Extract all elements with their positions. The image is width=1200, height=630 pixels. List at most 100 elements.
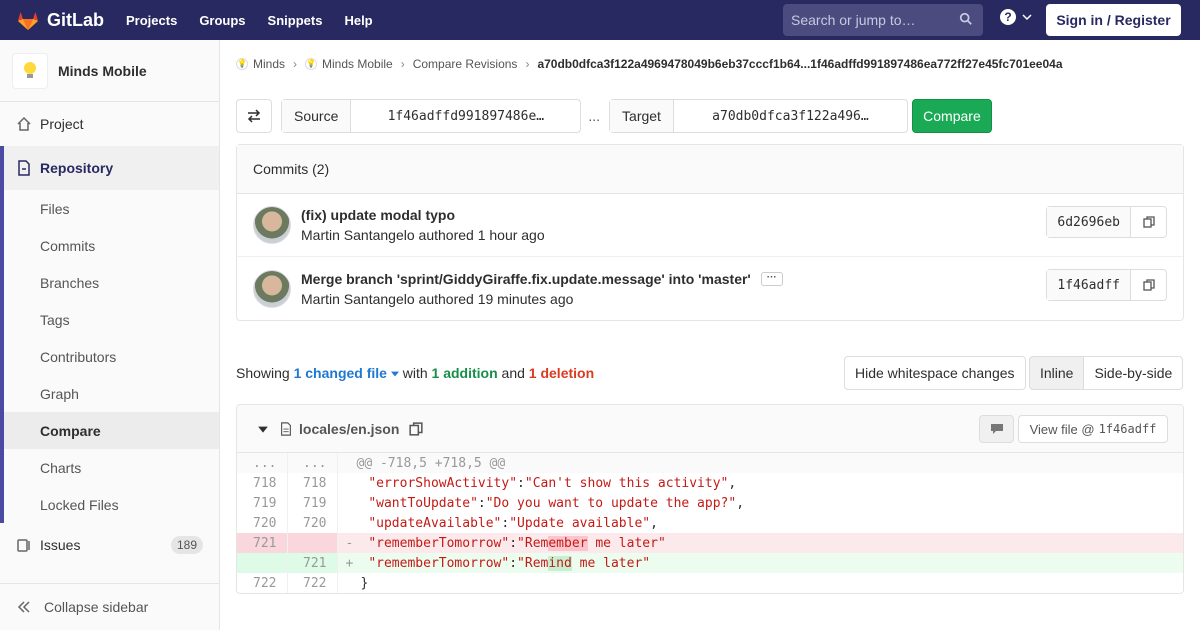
group-avatar-icon: 💡 [236, 57, 248, 70]
inline-view-button[interactable]: Inline [1029, 356, 1085, 390]
json-value-prefix: "Rem [517, 555, 549, 571]
search-input[interactable]: Search or jump to… [783, 4, 983, 36]
view-file-button[interactable]: View file @1f46adff [1018, 415, 1168, 443]
source-label: Source [282, 100, 352, 132]
sidebar-item-graph[interactable]: Graph [4, 375, 219, 412]
nav-projects[interactable]: Projects [126, 13, 177, 28]
sidebar-item-files[interactable]: Files [4, 190, 219, 227]
commits-header: Commits (2) [237, 145, 1183, 194]
author-avatar[interactable] [253, 269, 291, 308]
commit-sha[interactable]: 6d2696eb [1047, 207, 1131, 237]
nav-groups[interactable]: Groups [199, 13, 245, 28]
target-selector[interactable]: Target a70db0dfca3f122a496… [609, 99, 908, 133]
commit-author[interactable]: Martin Santangelo [301, 227, 415, 243]
new-line-number[interactable]: 722 [287, 573, 338, 593]
with-label: with [402, 365, 428, 381]
commit-title-text[interactable]: (fix) update modal typo [301, 207, 455, 223]
breadcrumb-minds-mobile[interactable]: Minds Mobile [322, 57, 393, 71]
sidebar-item-project[interactable]: Project [0, 102, 219, 146]
search-icon [959, 12, 972, 25]
hunk-header: @@ -718,5 +718,5 @@ [337, 453, 1183, 473]
help-dropdown[interactable]: ? [1000, 9, 1032, 25]
project-header[interactable]: Minds Mobile [0, 40, 219, 102]
expand-commit-message-button[interactable]: ··· [760, 271, 783, 286]
hide-whitespace-button[interactable]: Hide whitespace changes [844, 356, 1026, 390]
new-line-number[interactable]: 718 [287, 473, 338, 493]
chevron-down-icon [1022, 14, 1032, 21]
signin-button[interactable]: Sign in / Register [1046, 4, 1181, 36]
old-line-number[interactable]: ... [237, 453, 288, 473]
line-code: "wantToUpdate":"Do you want to update th… [368, 495, 745, 511]
old-line-number[interactable]: 721 [237, 533, 288, 553]
commit-title[interactable]: (fix) update modal typo [301, 207, 545, 223]
source-selector[interactable]: Source 1f46adffd991897486e… [281, 99, 582, 133]
diff-line-deleted: 721 - "rememberTomorrow":"Remember me la… [237, 533, 1183, 553]
commit-time: authored 19 minutes ago [418, 290, 574, 307]
copy-icon [1142, 216, 1155, 228]
swap-revisions-button[interactable] [236, 99, 272, 133]
commit-title-text[interactable]: Merge branch 'sprint/GiddyGiraffe.fix.up… [301, 271, 751, 287]
breadcrumb-minds[interactable]: Minds [253, 57, 285, 71]
sidebar-item-locked-files[interactable]: Locked Files [4, 486, 219, 523]
breadcrumb-current[interactable]: a70db0dfca3f122a4969478049b6eb37cccf1b64… [537, 57, 1062, 71]
new-line-number[interactable]: 719 [287, 493, 338, 513]
commit-sha[interactable]: 1f46adff [1047, 270, 1131, 300]
old-line-number[interactable]: 720 [237, 513, 288, 533]
new-line-number[interactable]: 721 [287, 553, 338, 573]
issues-icon [17, 539, 30, 552]
source-ref-value[interactable]: 1f46adffd991897486e… [351, 100, 580, 132]
collapse-sidebar-button[interactable]: Collapse sidebar [0, 583, 219, 630]
gitlab-logo[interactable]: GitLab [16, 8, 104, 32]
changed-files-dropdown[interactable]: 1 changed file [294, 365, 399, 381]
line-code: "errorShowActivity":"Can't show this act… [368, 475, 737, 491]
side-by-side-view-button[interactable]: Side-by-side [1084, 356, 1184, 390]
target-ref-value[interactable]: a70db0dfca3f122a496… [674, 100, 907, 132]
compare-form: Source 1f46adffd991897486e… ... Target a… [236, 99, 1184, 133]
chevron-down-icon[interactable] [257, 423, 269, 435]
diff-line: 719 719 "wantToUpdate":"Do you want to u… [237, 493, 1183, 513]
swap-arrows-icon [247, 109, 261, 123]
sidebar-item-tags[interactable]: Tags [4, 301, 219, 338]
new-line-number[interactable] [287, 533, 338, 553]
sidebar-item-commits[interactable]: Commits [4, 227, 219, 264]
main-content: 💡 Minds › 💡 Minds Mobile › Compare Revis… [236, 40, 1184, 594]
line-code: - "rememberTomorrow":"Remember me later" [337, 533, 1183, 553]
old-line-number[interactable]: 722 [237, 573, 288, 593]
new-line-number[interactable]: ... [287, 453, 338, 473]
old-line-number[interactable] [237, 553, 288, 573]
commit-meta: Martin Santangelo authored 1 hour ago [301, 227, 545, 243]
commits-list: Commits (2) (fix) update modal typo Mart… [236, 144, 1184, 321]
compare-button[interactable]: Compare [911, 99, 992, 133]
copy-icon [1142, 279, 1155, 291]
old-line-number[interactable]: 719 [237, 493, 288, 513]
project-avatar [12, 52, 48, 89]
sidebar-item-issues[interactable]: Issues 189 [0, 523, 219, 567]
document-icon [18, 160, 30, 176]
additions-count: 1 addition [431, 365, 498, 381]
sidebar-item-charts[interactable]: Charts [4, 449, 219, 486]
nav-help[interactable]: Help [344, 13, 372, 28]
collapse-label: Collapse sidebar [44, 599, 149, 615]
sidebar-item-branches[interactable]: Branches [4, 264, 219, 301]
new-line-number[interactable]: 720 [287, 513, 338, 533]
toggle-comments-button[interactable] [979, 415, 1014, 443]
breadcrumb-separator: › [525, 56, 530, 71]
file-path[interactable]: locales/en.json [299, 421, 399, 437]
copy-sha-button[interactable] [1131, 270, 1166, 300]
commit-sha-group: 6d2696eb [1046, 206, 1167, 238]
json-key: "rememberTomorrow" [368, 555, 510, 571]
copy-sha-button[interactable] [1131, 207, 1166, 237]
commit-author[interactable]: Martin Santangelo [301, 291, 415, 307]
commit-title[interactable]: Merge branch 'sprint/GiddyGiraffe.fix.up… [301, 271, 783, 287]
old-line-number[interactable]: 718 [237, 473, 288, 493]
breadcrumb-compare[interactable]: Compare Revisions [413, 57, 518, 71]
nav-snippets[interactable]: Snippets [268, 13, 323, 28]
sidebar-item-repository[interactable]: Repository [4, 146, 219, 190]
line-code: } [337, 573, 1183, 593]
sidebar-item-contributors[interactable]: Contributors [4, 338, 219, 375]
sidebar-item-compare[interactable]: Compare [4, 412, 219, 449]
copy-path-icon[interactable] [409, 421, 423, 436]
commit-row: Merge branch 'sprint/GiddyGiraffe.fix.up… [237, 257, 1183, 320]
author-avatar[interactable] [253, 206, 291, 244]
double-chevron-left-icon [17, 601, 30, 613]
